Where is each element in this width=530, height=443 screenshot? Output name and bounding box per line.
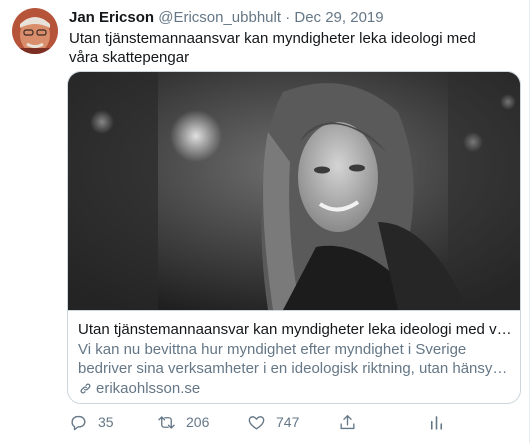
tweet-date[interactable]: Dec 29, 2019 [294, 9, 383, 26]
tweet-actions: 35 206 747 [69, 410, 509, 434]
reply-icon [71, 415, 86, 430]
tweet-text: Utan tjänstemannaansvar kan myndigheter … [69, 30, 476, 66]
link-card[interactable]: Utan tjänstemannaansvar kan myndigheter … [67, 71, 521, 404]
card-domain[interactable]: erikaohlsson.se [78, 379, 200, 398]
retweet-icon [158, 415, 175, 429]
share-icon [340, 414, 355, 429]
like-count: 747 [276, 414, 300, 430]
heart-icon [248, 415, 265, 430]
header-separator: · [285, 9, 291, 26]
analytics-icon [430, 415, 443, 430]
author-handle[interactable]: @Ericson_ubbhult [158, 9, 281, 26]
avatar[interactable] [12, 8, 58, 54]
card-domain-text: erikaohlsson.se [96, 380, 201, 397]
card-description-text: Vi kan nu bevittna hur myndighet efter m… [78, 341, 501, 377]
card-image [68, 72, 520, 310]
card-divider [68, 310, 520, 311]
like-button[interactable]: 747 [247, 410, 299, 434]
tweet-header: Jan Ericson @Ericson_ubbhult · Dec 29, 2… [69, 9, 517, 27]
card-title[interactable]: Utan tjänstemannaansvar kan myndigheter … [78, 320, 514, 339]
retweet-count: 206 [186, 414, 210, 430]
author-name[interactable]: Jan Ericson [69, 9, 154, 26]
retweet-button[interactable]: 206 [157, 410, 209, 434]
analytics-button[interactable] [427, 410, 446, 434]
reply-button[interactable]: 35 [69, 410, 114, 434]
card-description: Vi kan nu bevittna hur myndighet efter m… [78, 340, 514, 378]
link-icon [80, 383, 91, 394]
avatar-image [12, 8, 58, 54]
tweet[interactable]: Jan Ericson @Ericson_ubbhult · Dec 29, 2… [0, 0, 530, 443]
reply-count: 35 [98, 414, 114, 430]
share-button[interactable] [338, 410, 357, 434]
